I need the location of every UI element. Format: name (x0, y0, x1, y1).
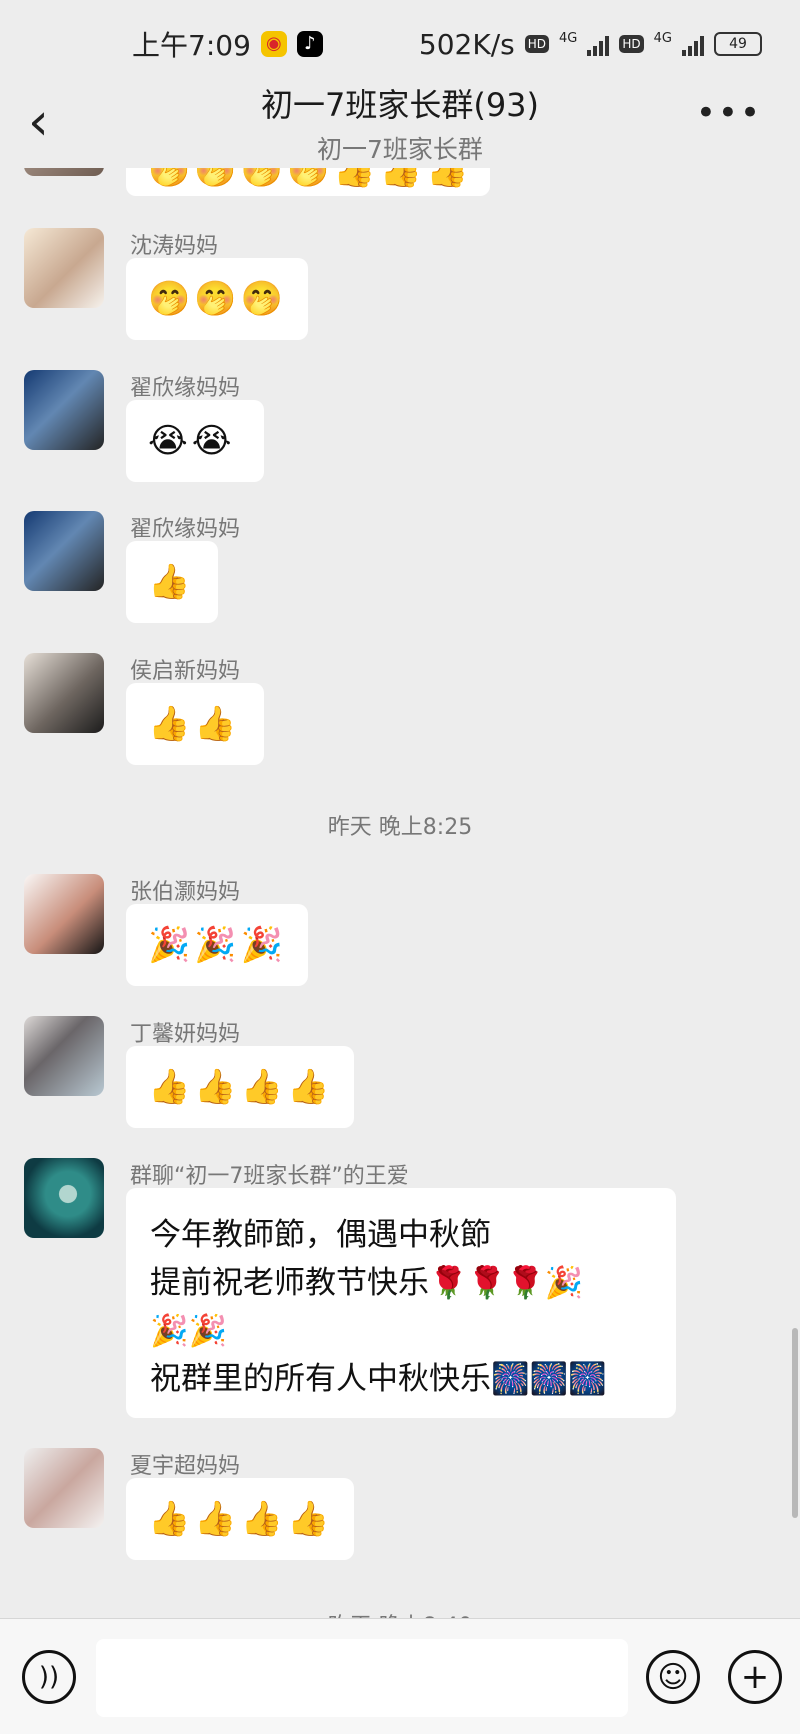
scrollbar[interactable] (792, 1328, 798, 1518)
timestamp: 昨天 晚上8:40 (0, 1608, 800, 1618)
message-content: 👍👍👍👍 (148, 1499, 334, 1539)
back-icon[interactable]: ‹ (28, 96, 49, 148)
sender-name: 沈涛妈妈 (130, 234, 219, 259)
avatar[interactable] (24, 1016, 104, 1096)
sender-name: 张伯灏妈妈 (130, 880, 241, 905)
battery-icon: 49 (714, 32, 762, 56)
message-content: 👍👍👍👍 (148, 1067, 334, 1107)
chat-subtitle: 初一7班家长群 (317, 135, 483, 164)
message-bubble[interactable]: 🎉🎉🎉 (126, 904, 308, 986)
status-right: 502K/s HD 4G HD 4G 49 (419, 28, 762, 61)
network-type: 4G (559, 30, 578, 46)
message-bubble[interactable]: 👍👍👍👍 (126, 1046, 354, 1128)
avatar[interactable] (24, 168, 104, 176)
signal-icon-secondary (682, 32, 704, 56)
avatar[interactable] (24, 370, 104, 450)
chat-header: ‹ 初一7班家长群(93) 初一7班家长群 ••• (0, 86, 800, 168)
network-type-secondary: 4G (653, 30, 672, 46)
message-content: 👍👍 (148, 704, 241, 744)
message-content: 🎉🎉🎉 (148, 925, 288, 965)
sender-name: 翟欣缘妈妈 (130, 376, 241, 401)
avatar[interactable] (24, 874, 104, 954)
voice-icon[interactable]: )) (22, 1650, 76, 1704)
avatar[interactable] (24, 511, 104, 591)
sender-name: 翟欣缘妈妈 (130, 517, 241, 542)
message-bubble[interactable]: 🤭🤭🤭🤭👍👍👍 (126, 168, 490, 196)
input-bar: )) ☺ + (0, 1618, 800, 1734)
tiktok-icon: ♪ (296, 31, 323, 57)
sender-name: 群聊“初一7班家长群”的王爱 (130, 1164, 409, 1189)
status-left: 上午7:09 ◉ ♪ (132, 24, 323, 64)
sender-name: 夏宇超妈妈 (130, 1454, 241, 1479)
avatar[interactable] (24, 653, 104, 733)
message-content: 👍 (148, 562, 195, 602)
weibo-icon: ◉ (260, 31, 287, 57)
message-content: 🤭🤭🤭🤭👍👍👍 (148, 168, 473, 190)
more-options-icon[interactable]: ••• (696, 93, 762, 133)
message-line: 提前祝老师教节快乐🌹🌹🌹🎉 (150, 1265, 584, 1301)
message-bubble[interactable]: 今年教師節，偶遇中秋節 提前祝老师教节快乐🌹🌹🌹🎉 🎉🎉 祝群里的所有人中秋快乐… (126, 1188, 676, 1418)
message-line: 🎉🎉 (150, 1313, 228, 1349)
message-bubble[interactable]: 😭😭 (126, 400, 264, 482)
message-bubble[interactable]: 👍 (126, 541, 218, 623)
message-content: 🤭🤭🤭 (148, 279, 288, 319)
network-speed: 502K/s (418, 27, 515, 61)
avatar[interactable] (24, 228, 104, 308)
status-bar: 上午7:09 ◉ ♪ 502K/s HD 4G HD 4G 49 (0, 0, 800, 88)
chat-title: 初一7班家长群(93) (260, 86, 540, 124)
message-bubble[interactable]: 🤭🤭🤭 (126, 258, 308, 340)
message-content: 😭😭 (148, 421, 236, 461)
status-time: 上午7:09 (132, 29, 251, 62)
message-line: 今年教師節，偶遇中秋節 (150, 1217, 491, 1253)
sender-name: 丁馨妍妈妈 (130, 1022, 241, 1047)
message-input[interactable] (96, 1639, 628, 1717)
sender-name: 侯启新妈妈 (130, 659, 241, 684)
hd-badge: HD (524, 35, 550, 53)
emoji-icon[interactable]: ☺ (646, 1650, 700, 1704)
hd-badge-secondary: HD (619, 35, 644, 53)
avatar[interactable] (24, 1158, 104, 1238)
avatar[interactable] (24, 1448, 104, 1528)
message-bubble[interactable]: 👍👍👍👍 (126, 1478, 354, 1560)
message-bubble[interactable]: 👍👍 (126, 683, 264, 765)
timestamp: 昨天 晚上8:25 (327, 815, 473, 840)
signal-icon (587, 32, 610, 56)
message-list[interactable]: 🤭🤭🤭🤭👍👍👍 沈涛妈妈 🤭🤭🤭 翟欣缘妈妈 😭😭 翟欣缘妈妈 👍 侯启新妈妈 … (0, 168, 800, 1618)
message-line: 祝群里的所有人中秋快乐🎆🎆🎆 (150, 1361, 607, 1397)
add-icon[interactable]: + (728, 1650, 782, 1704)
